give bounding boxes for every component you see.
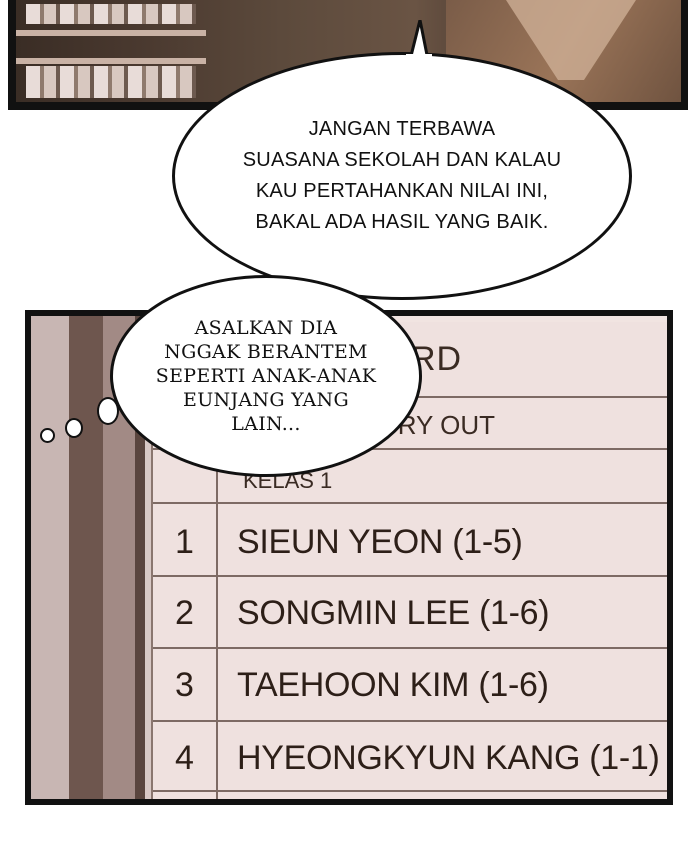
speech-bubble-top-text: JANGAN TERBAWA SUASANA SEKOLAH DAN KALAU…	[242, 118, 562, 233]
ranking-name: SIEUN YEON (1-5)	[237, 523, 523, 561]
speech-bubble-top: JANGAN TERBAWA SUASANA SEKOLAH DAN KALAU…	[172, 52, 632, 300]
ranking-number: 3	[175, 666, 194, 704]
shelf	[16, 58, 206, 64]
board-divider	[153, 502, 667, 504]
wall-pillar	[31, 316, 69, 799]
ranking-number: 4	[175, 739, 194, 777]
ranking-number: 2	[175, 594, 194, 632]
ranking-name: SONGMIN LEE (1-6)	[237, 594, 550, 632]
bookshelf-books	[26, 4, 196, 24]
ranking-name: TAEHOON KIM (1-6)	[237, 666, 549, 704]
board-divider	[153, 790, 667, 792]
thought-bubble-left: ASALKAN DIA NGGAK BERANTEM SEPERTI ANAK-…	[110, 275, 422, 477]
speech-bubble-tail	[406, 20, 432, 60]
ranking-number: 1	[175, 523, 194, 561]
ranking-row: 4 HYEONGKYUN KANG (1-1)	[153, 722, 667, 794]
ranking-name: HYEONGKYUN KANG (1-1)	[237, 739, 660, 777]
ranking-row: 3 TAEHOON KIM (1-6)	[153, 649, 667, 721]
thought-bubble-dot	[97, 397, 119, 425]
ranking-row: 2 SONGMIN LEE (1-6)	[153, 577, 667, 649]
thought-bubble-dot	[40, 428, 55, 443]
thought-bubble-dot	[65, 418, 83, 438]
wall-pillar	[69, 316, 103, 799]
bookshelf-books	[26, 66, 196, 98]
thought-bubble-left-text: ASALKAN DIA NGGAK BERANTEM SEPERTI ANAK-…	[155, 317, 377, 435]
shelf	[16, 30, 206, 36]
ranking-row: 1 SIEUN YEON (1-5)	[153, 506, 667, 578]
